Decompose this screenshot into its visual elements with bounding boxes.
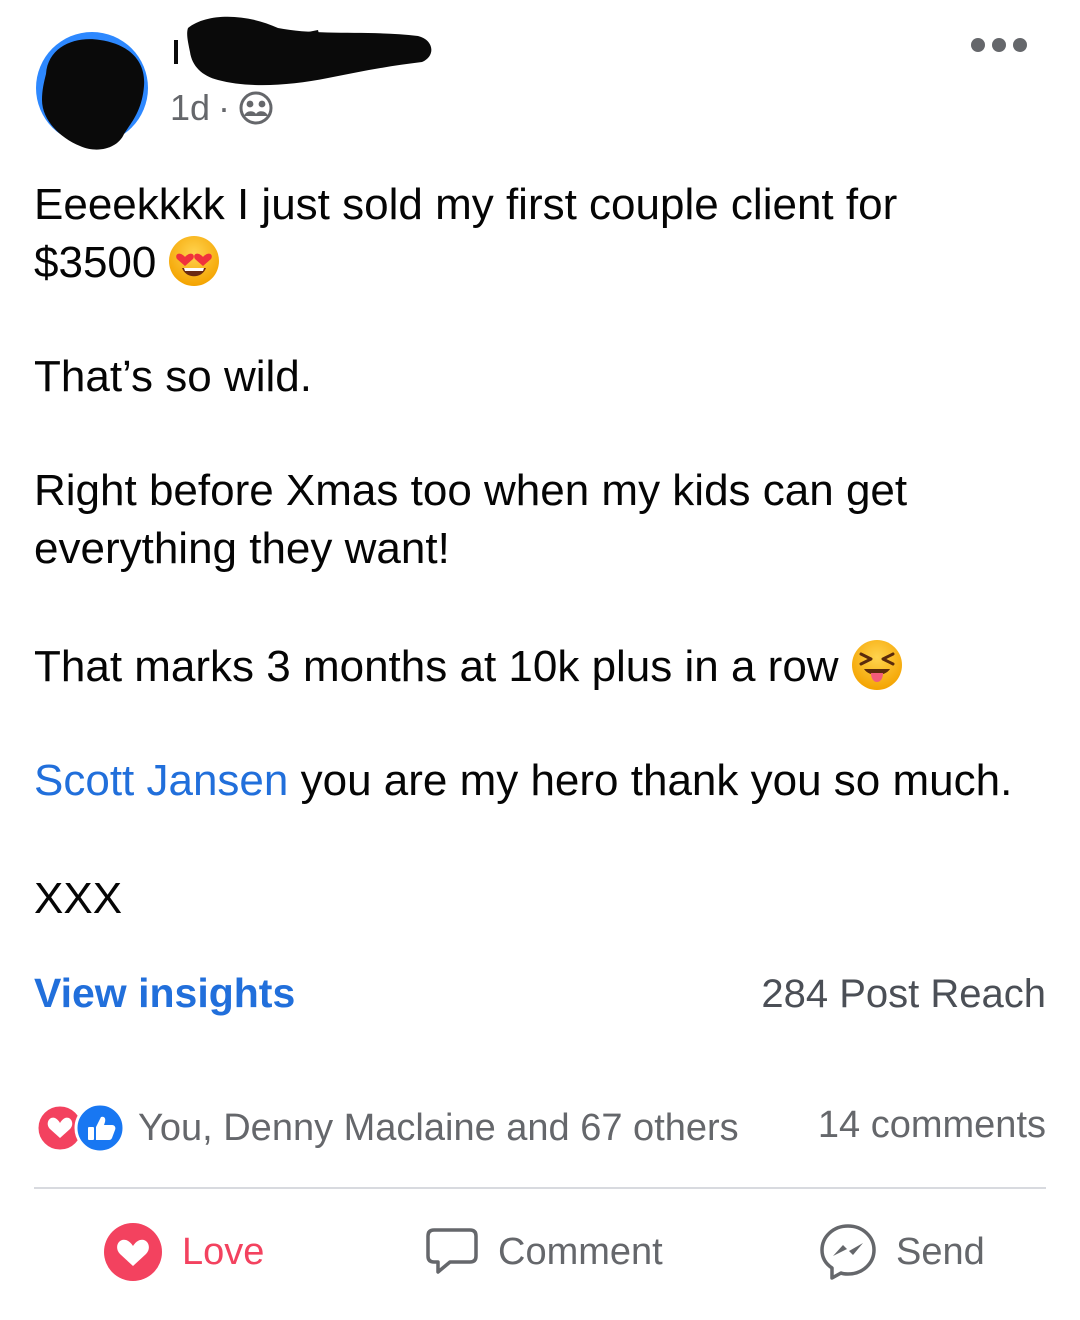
author-name[interactable] [168, 6, 438, 96]
post-line-7: Scott Jansen you are my hero thank you s… [34, 752, 1012, 810]
divider [34, 1187, 1046, 1189]
avatar-redaction [36, 32, 148, 150]
post-reach: 284 Post Reach [761, 972, 1046, 1016]
months-text: That marks 3 months at 10k plus in a row [34, 642, 839, 691]
post-meta: 1d · [170, 86, 274, 130]
comments-count[interactable]: 14 comments [818, 1104, 1046, 1147]
love-button[interactable]: Love [102, 1218, 264, 1286]
heart-eyes-emoji-icon [169, 236, 220, 287]
view-insights-link[interactable]: View insights [34, 970, 295, 1017]
mention-rest-text: you are my hero thank you so much. [288, 756, 1013, 805]
post-line-5: everything they want! [34, 524, 450, 573]
like-reaction-icon [74, 1102, 126, 1154]
post-line-8: XXX [34, 874, 123, 923]
mention-link[interactable]: Scott Jansen [34, 756, 288, 805]
squinting-tongue-emoji-icon [851, 640, 902, 691]
post-line-1: Eeeekkkk I just sold my first couple cli… [34, 180, 898, 229]
author-avatar[interactable] [34, 26, 152, 152]
reaction-icons [35, 1102, 126, 1154]
more-dots-icon [971, 38, 1027, 52]
meta-separator: · [218, 87, 231, 128]
post-time[interactable]: 1d [170, 87, 210, 129]
comment-icon [426, 1228, 478, 1274]
love-label: Love [182, 1230, 265, 1273]
friends-icon[interactable] [238, 90, 274, 126]
more-options-button[interactable] [970, 30, 1028, 60]
price-text: $3500 [34, 238, 157, 287]
name-redaction-scribble [174, 16, 432, 86]
send-label: Send [896, 1230, 985, 1273]
comment-button[interactable]: Comment [424, 1218, 663, 1286]
comment-label: Comment [498, 1230, 663, 1273]
messenger-icon [820, 1224, 876, 1280]
reactions-text: You, Denny Maclaine and 67 others [138, 1106, 739, 1149]
love-icon [104, 1223, 162, 1281]
post-line-3: That’s so wild. [34, 352, 312, 401]
post-line-2: $3500 [34, 234, 220, 292]
post-line-6: That marks 3 months at 10k plus in a row [34, 638, 903, 696]
post-line-4: Right before Xmas too when my kids can g… [34, 466, 908, 515]
send-button[interactable]: Send [818, 1218, 985, 1286]
reactions-summary[interactable]: You, Denny Maclaine and 67 others [34, 1100, 739, 1156]
